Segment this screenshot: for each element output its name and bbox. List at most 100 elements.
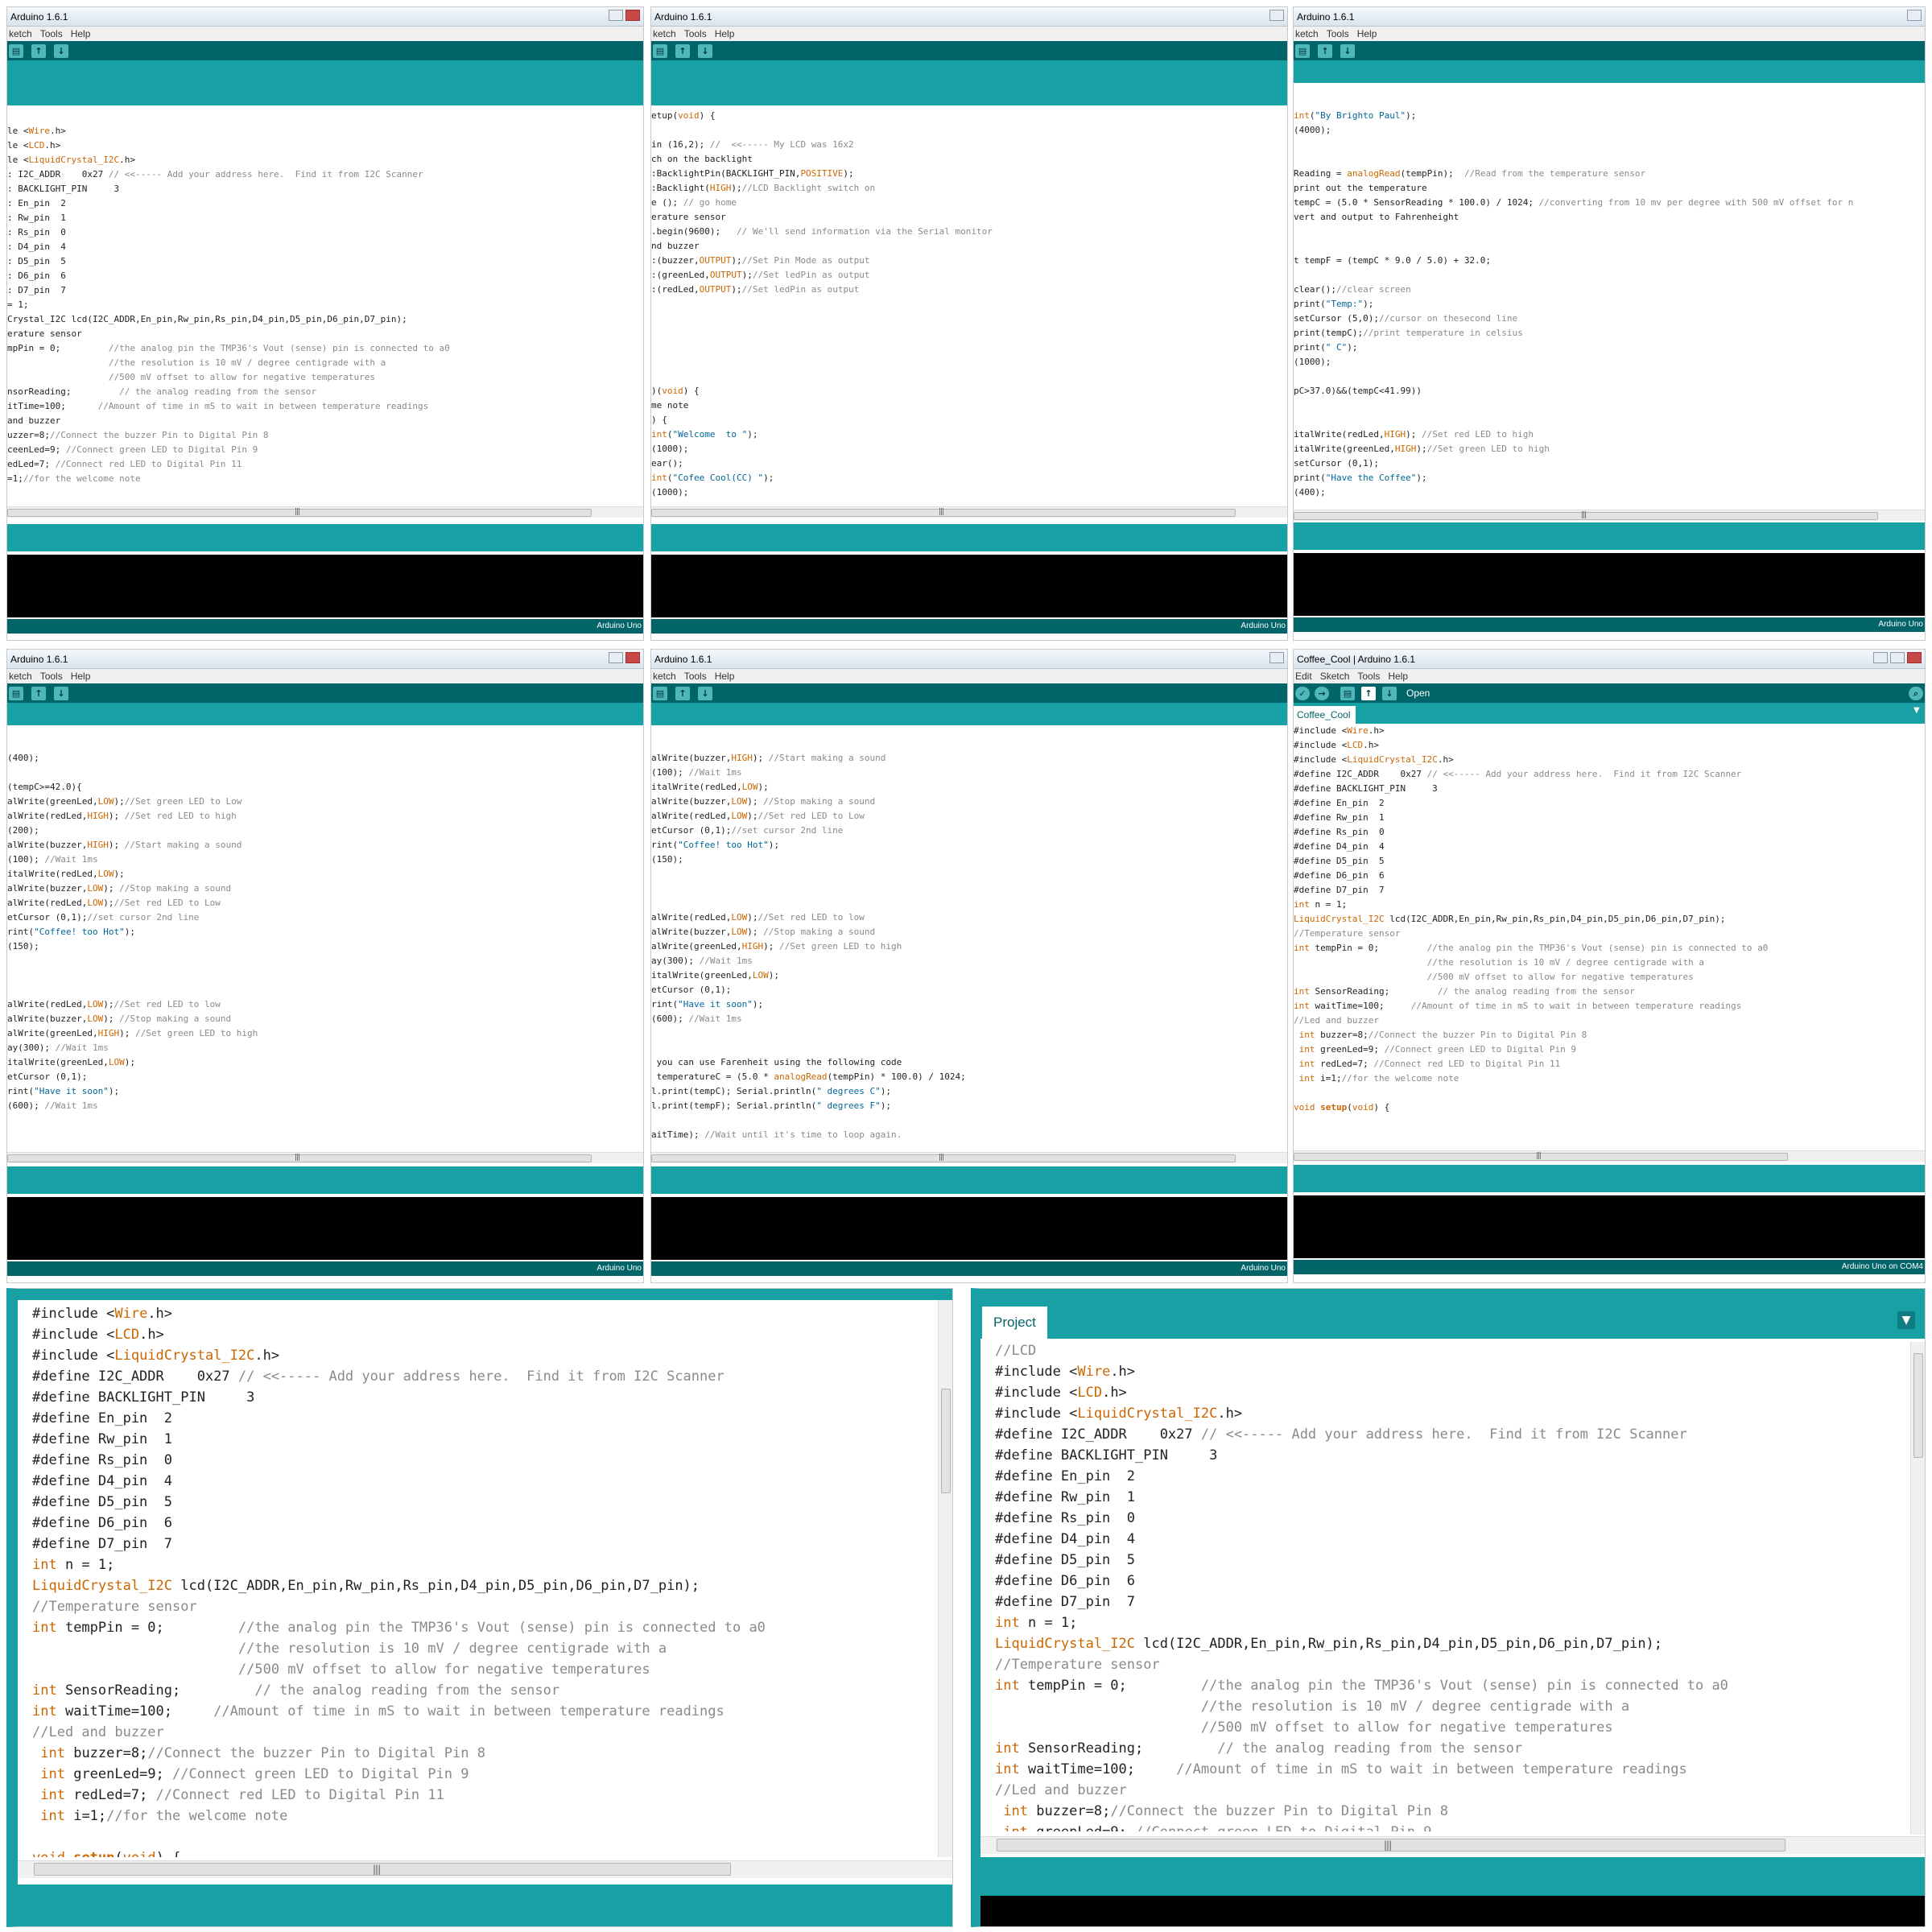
menu-tools[interactable]: Tools xyxy=(40,671,63,682)
minimize-icon[interactable] xyxy=(1907,10,1922,21)
tab-project[interactable]: Project xyxy=(982,1307,1047,1339)
code-text[interactable]: #include <Wire.h> #include <LCD.h> #incl… xyxy=(1294,724,1925,1115)
new-icon[interactable]: ▤ xyxy=(1340,687,1355,700)
console xyxy=(980,1896,1925,1926)
save-icon[interactable]: ↓ xyxy=(54,687,68,700)
code-editor[interactable]: #include <Wire.h> #include <LCD.h> #incl… xyxy=(32,1303,933,1857)
tab-bar xyxy=(1294,60,1925,83)
menu-tools[interactable]: Tools xyxy=(1327,28,1349,39)
horizontal-scrollbar[interactable]: ||| xyxy=(651,1152,1287,1163)
menu-sketch[interactable]: ketch xyxy=(1295,28,1319,39)
verify-icon[interactable]: ✓ xyxy=(1295,687,1310,700)
code-editor[interactable]: #include <Wire.h> #include <LCD.h> #incl… xyxy=(1294,724,1925,1150)
status-bar: Arduino Uno xyxy=(7,619,643,634)
tab-coffee-cool[interactable]: Coffee_Cool xyxy=(1294,706,1356,724)
menu-sketch[interactable]: ketch xyxy=(653,671,676,682)
code-text[interactable]: etup(void) { in (16,2); // <<----- My LC… xyxy=(651,109,1287,503)
console xyxy=(651,1197,1287,1260)
code-text[interactable]: alWrite(buzzer,HIGH); //Start making a s… xyxy=(651,751,1287,1142)
tab-menu-icon[interactable]: ▼ xyxy=(1913,706,1922,715)
save-icon[interactable]: ↓ xyxy=(1340,44,1355,58)
horizontal-scrollbar[interactable]: ||| xyxy=(7,506,643,518)
board-status: Arduino Uno xyxy=(597,1264,642,1273)
new-icon[interactable]: ▤ xyxy=(653,44,667,58)
open-icon[interactable]: ↑ xyxy=(1318,44,1332,58)
open-icon[interactable]: ↑ xyxy=(31,687,46,700)
menu-tools[interactable]: Tools xyxy=(684,28,707,39)
minimize-icon[interactable] xyxy=(1873,652,1888,663)
new-icon[interactable]: ▤ xyxy=(9,687,23,700)
open-icon[interactable]: ↑ xyxy=(675,44,690,58)
horizontal-scrollbar[interactable]: ||| xyxy=(7,1152,643,1163)
menu-sketch[interactable]: ketch xyxy=(9,28,32,39)
new-icon[interactable]: ▤ xyxy=(1295,44,1310,58)
horizontal-scrollbar[interactable]: ||| xyxy=(18,1860,952,1878)
close-icon[interactable] xyxy=(625,10,640,21)
toolbar: ▤ ↑ ↓ xyxy=(651,683,1287,703)
code-editor[interactable]: le <Wire.h> le <LCD.h> le <LiquidCrystal… xyxy=(7,124,643,504)
save-icon[interactable]: ↓ xyxy=(698,44,712,58)
window-title: Arduino 1.6.1 xyxy=(7,7,643,27)
menu-sketch[interactable]: ketch xyxy=(9,671,32,682)
menu-tools[interactable]: Tools xyxy=(1357,671,1380,682)
menu-help[interactable]: Help xyxy=(1357,28,1377,39)
menu-help[interactable]: Help xyxy=(71,28,91,39)
menu-help[interactable]: Help xyxy=(715,28,735,39)
code-editor[interactable]: //LCD #include <Wire.h> #include <LCD.h>… xyxy=(995,1339,1905,1831)
new-icon[interactable]: ▤ xyxy=(9,44,23,58)
code-text[interactable]: (400); (tempC>=42.0){ alWrite(greenLed,L… xyxy=(7,751,643,1149)
menu-bar: Edit Sketch Tools Help xyxy=(1294,669,1925,683)
new-icon[interactable]: ▤ xyxy=(653,687,667,700)
minimize-icon[interactable] xyxy=(1269,652,1284,663)
message-area xyxy=(1294,1165,1925,1192)
ide-window-2: Arduino 1.6.1 ketch Tools Help ▤ ↑ ↓ etup(… xyxy=(650,6,1288,641)
window-title: Arduino 1.6.1 xyxy=(1294,7,1925,27)
code-editor[interactable]: (400); (tempC>=42.0){ alWrite(greenLed,L… xyxy=(7,751,643,1149)
toolbar: ▤ ↑ ↓ xyxy=(7,41,643,60)
upload-icon[interactable]: → xyxy=(1315,687,1329,700)
code-editor[interactable]: int("By Brighto Paul"); (4000); Reading … xyxy=(1294,109,1925,510)
save-icon[interactable]: ↓ xyxy=(1382,687,1397,700)
vertical-scrollbar[interactable] xyxy=(1910,1342,1925,1835)
serial-monitor-icon[interactable]: ⌕ xyxy=(1909,687,1923,700)
minimize-icon[interactable] xyxy=(609,652,623,663)
horizontal-scrollbar[interactable]: ||| xyxy=(1294,1150,1925,1162)
open-icon[interactable]: ↑ xyxy=(31,44,46,58)
save-icon[interactable]: ↓ xyxy=(54,44,68,58)
tab-menu-icon[interactable]: ▼ xyxy=(1897,1311,1915,1329)
code-text[interactable]: #include <Wire.h> #include <LCD.h> #incl… xyxy=(32,1303,933,1857)
tab-bar xyxy=(651,703,1287,725)
menu-sketch[interactable]: Sketch xyxy=(1320,671,1350,682)
code-text[interactable]: le <Wire.h> le <LCD.h> le <LiquidCrystal… xyxy=(7,124,643,486)
open-icon[interactable]: ↑ xyxy=(675,687,690,700)
menu-edit[interactable]: Edit xyxy=(1295,671,1312,682)
open-icon[interactable]: ↑ xyxy=(1361,687,1376,700)
menu-tools[interactable]: Tools xyxy=(684,671,707,682)
menu-help[interactable]: Help xyxy=(71,671,91,682)
code-text[interactable]: int("By Brighto Paul"); (4000); Reading … xyxy=(1294,109,1925,500)
menu-help[interactable]: Help xyxy=(715,671,735,682)
status-bar: Arduino Uno xyxy=(7,1261,643,1276)
status-bar: Arduino Uno xyxy=(651,1261,1287,1276)
message-area xyxy=(1294,522,1925,550)
menu-tools[interactable]: Tools xyxy=(40,28,63,39)
code-text[interactable]: //LCD #include <Wire.h> #include <LCD.h>… xyxy=(995,1339,1905,1831)
maximize-icon[interactable] xyxy=(1890,652,1905,663)
code-editor[interactable]: etup(void) { in (16,2); // <<----- My LC… xyxy=(651,109,1287,503)
code-editor[interactable]: alWrite(buzzer,HIGH); //Start making a s… xyxy=(651,751,1287,1149)
status-bar: Arduino Uno on COM4 xyxy=(1294,1260,1925,1274)
message-area xyxy=(7,1166,643,1194)
message-area xyxy=(980,1857,1925,1896)
horizontal-scrollbar[interactable]: ||| xyxy=(651,506,1287,518)
vertical-scrollbar[interactable] xyxy=(938,1300,952,1857)
minimize-icon[interactable] xyxy=(609,10,623,21)
save-icon[interactable]: ↓ xyxy=(698,687,712,700)
close-icon[interactable] xyxy=(625,652,640,663)
horizontal-scrollbar[interactable]: ||| xyxy=(980,1836,1925,1854)
minimize-icon[interactable] xyxy=(1269,10,1284,21)
horizontal-scrollbar[interactable]: ||| xyxy=(1294,510,1925,521)
menu-help[interactable]: Help xyxy=(1388,671,1408,682)
close-icon[interactable] xyxy=(1907,652,1922,663)
menu-sketch[interactable]: ketch xyxy=(653,28,676,39)
scroll-grip: ||| xyxy=(939,1154,944,1162)
